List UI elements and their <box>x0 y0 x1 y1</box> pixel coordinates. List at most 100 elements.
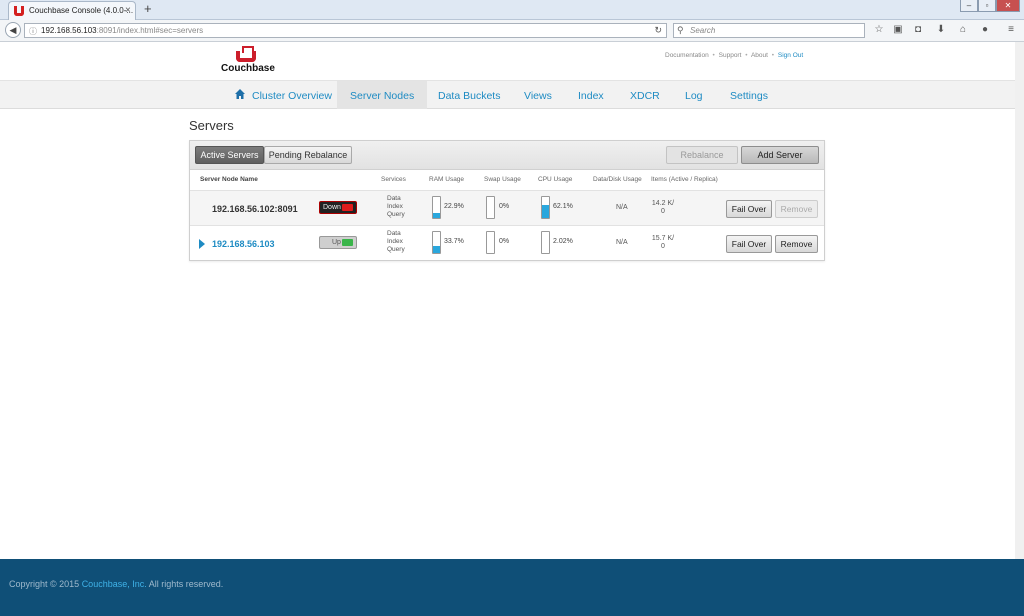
logo-text[interactable]: Couchbase <box>221 63 275 74</box>
ram-gauge <box>432 196 441 219</box>
nav-views[interactable]: Views <box>524 81 552 109</box>
rebalance-button[interactable]: Rebalance <box>666 146 738 164</box>
link-separator: • <box>712 52 715 59</box>
swap-value: 0% <box>499 203 510 210</box>
server-row: 192.168.56.102:8091 Down Data Index Quer… <box>190 190 824 225</box>
expand-arrow-icon[interactable] <box>199 239 205 249</box>
cpu-value: 62.1% <box>553 203 573 210</box>
cpu-gauge <box>541 196 550 219</box>
home-icon[interactable]: ⌂ <box>957 24 969 35</box>
browser-tabbar: Couchbase Console (4.0.0-... × + – ▫ ✕ <box>0 0 1024 20</box>
cpu-gauge-fill <box>542 204 549 218</box>
search-placeholder: Search <box>690 26 716 35</box>
page-scrollbar[interactable] <box>1015 42 1024 559</box>
chat-icon[interactable]: ● <box>979 24 991 35</box>
bookmark-star-icon[interactable]: ☆ <box>873 24 885 35</box>
status-label: Down <box>323 204 341 211</box>
tab-close-icon[interactable]: × <box>125 5 131 16</box>
status-light-icon <box>342 204 353 211</box>
couchbase-logo-icon[interactable] <box>236 46 256 62</box>
service-item: Query <box>387 211 405 218</box>
sign-out-link[interactable]: Sign Out <box>778 52 803 59</box>
copyright-suffix: All rights reserved. <box>146 579 224 589</box>
hamburger-menu-icon[interactable]: ≡ <box>1005 24 1017 35</box>
items-value: 15.7 K/ 0 <box>651 235 675 251</box>
fail-over-button[interactable]: Fail Over <box>726 200 772 218</box>
url-host: 192.168.56.103 <box>41 26 97 35</box>
url-text: 192.168.56.103:8091/index.html#sec=serve… <box>41 26 203 35</box>
new-tab-button[interactable]: + <box>144 1 152 16</box>
link-separator: • <box>745 52 748 59</box>
service-item: Index <box>387 238 403 245</box>
window-close-button[interactable]: ✕ <box>996 0 1020 12</box>
col-cpu-usage[interactable]: CPU Usage <box>538 176 572 183</box>
download-icon[interactable]: ⬇ <box>935 24 947 35</box>
reload-icon[interactable]: ↻ <box>654 25 662 36</box>
remove-button[interactable]: Remove <box>775 200 818 218</box>
url-bar[interactable]: ⓘ 192.168.56.103:8091/index.html#sec=ser… <box>24 23 667 38</box>
about-link[interactable]: About <box>751 52 768 59</box>
link-separator: • <box>771 52 775 59</box>
service-item: Data <box>387 230 401 237</box>
items-replica: 0 <box>661 208 665 215</box>
server-row: 192.168.56.103 Up Data Index Query 33.7%… <box>190 225 824 260</box>
nav-cluster-overview[interactable]: Cluster Overview <box>252 81 332 109</box>
items-active: 14.2 K/ <box>651 200 675 207</box>
nav-settings[interactable]: Settings <box>730 81 768 109</box>
main-nav: Cluster Overview Server Nodes Data Bucke… <box>0 80 1024 109</box>
col-ram-usage[interactable]: RAM Usage <box>429 176 464 183</box>
remove-button[interactable]: Remove <box>775 235 818 253</box>
active-servers-tab[interactable]: Active Servers <box>195 146 264 164</box>
site-info-icon[interactable]: ⓘ <box>29 26 37 37</box>
service-item: Query <box>387 246 405 253</box>
service-item: Data <box>387 195 401 202</box>
swap-gauge <box>486 231 495 254</box>
nav-server-nodes[interactable]: Server Nodes <box>337 81 428 109</box>
nav-data-buckets[interactable]: Data Buckets <box>438 81 500 109</box>
window-maximize-button[interactable]: ▫ <box>978 0 996 12</box>
status-light-icon <box>342 239 353 246</box>
cpu-value: 2.02% <box>553 238 573 245</box>
items-replica: 0 <box>661 243 665 250</box>
app-header: Couchbase Documentation • Support • Abou… <box>0 42 1024 80</box>
pocket-icon[interactable]: ◘ <box>912 24 924 35</box>
footer: Copyright © 2015 Couchbase, Inc. All rig… <box>0 559 1024 616</box>
back-arrow-icon[interactable]: ◀ <box>5 22 21 38</box>
server-node-name[interactable]: 192.168.56.103 <box>212 239 275 249</box>
search-icon: ⚲ <box>677 25 684 35</box>
home-icon[interactable] <box>235 89 245 99</box>
items-value: 14.2 K/ 0 <box>651 200 675 216</box>
browser-tab[interactable]: Couchbase Console (4.0.0-... × <box>8 1 136 20</box>
documentation-link[interactable]: Documentation <box>665 52 709 59</box>
pending-rebalance-tab[interactable]: Pending Rebalance <box>264 146 352 164</box>
nav-log[interactable]: Log <box>685 81 703 109</box>
nav-xdcr[interactable]: XDCR <box>630 81 660 109</box>
browser-navbar: ◀ ⓘ 192.168.56.103:8091/index.html#sec=s… <box>0 20 1024 42</box>
browser-search-field[interactable]: ⚲ Search <box>673 23 865 38</box>
nav-index[interactable]: Index <box>578 81 604 109</box>
col-items[interactable]: Items (Active / Replica) <box>651 176 718 183</box>
ram-gauge-fill <box>433 245 440 253</box>
copyright-text: Copyright © 2015 Couchbase, Inc. All rig… <box>9 579 223 589</box>
bookmarks-menu-icon[interactable]: ▣ <box>892 24 904 35</box>
cpu-gauge <box>541 231 550 254</box>
tab-title: Couchbase Console (4.0.0-... <box>29 6 134 15</box>
swap-gauge <box>486 196 495 219</box>
copyright-prefix: Copyright © 2015 <box>9 579 82 589</box>
header-links: Documentation • Support • About • Sign O… <box>665 52 803 59</box>
services-list: Data Index Query <box>387 195 405 219</box>
fail-over-button[interactable]: Fail Over <box>726 235 772 253</box>
col-node-name[interactable]: Server Node Name <box>200 176 258 183</box>
col-swap-usage[interactable]: Swap Usage <box>484 176 521 183</box>
add-server-button[interactable]: Add Server <box>741 146 819 164</box>
status-label: Up <box>332 239 341 246</box>
page-title: Servers <box>189 118 234 133</box>
swap-value: 0% <box>499 238 510 245</box>
col-disk-usage[interactable]: Data/Disk Usage <box>593 176 642 183</box>
support-link[interactable]: Support <box>719 52 742 59</box>
window-minimize-button[interactable]: – <box>960 0 978 12</box>
disk-value: N/A <box>616 239 628 246</box>
couchbase-inc-link[interactable]: Couchbase, Inc. <box>82 579 147 589</box>
ram-gauge <box>432 231 441 254</box>
url-path: :8091/index.html#sec=servers <box>96 26 204 35</box>
